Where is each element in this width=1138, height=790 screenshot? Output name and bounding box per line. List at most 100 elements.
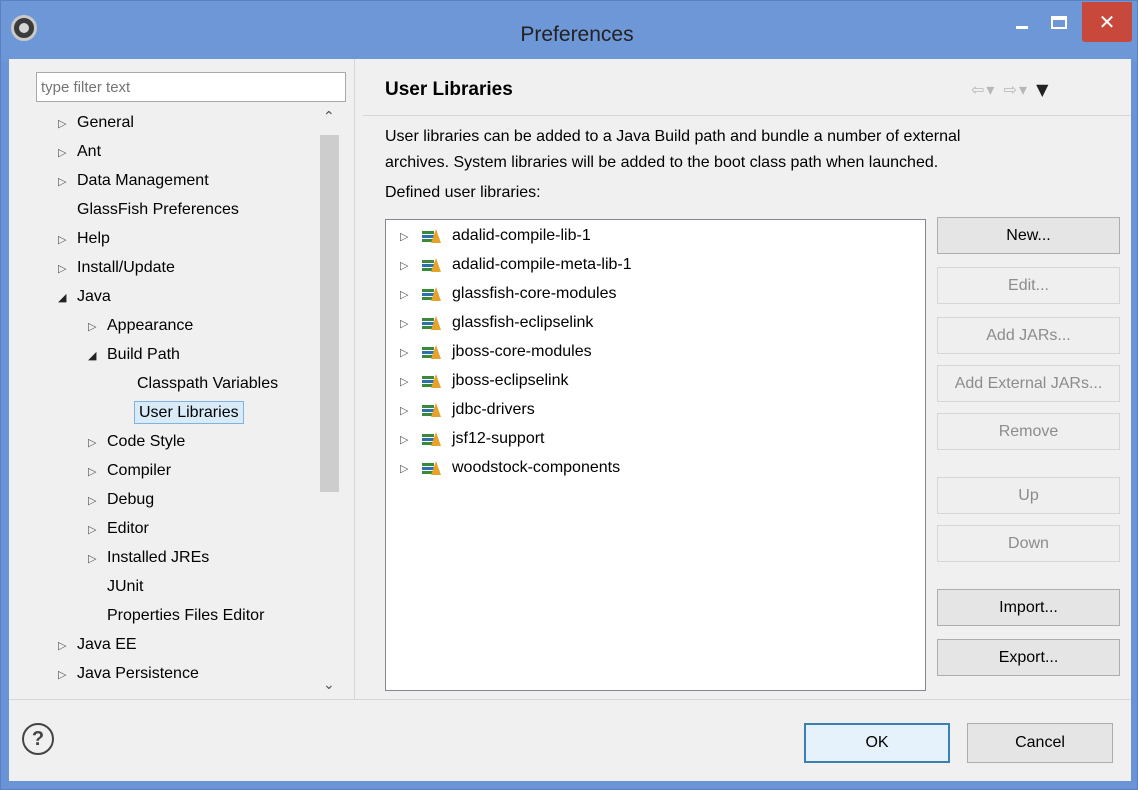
library-item[interactable]: ▷ glassfish-core-modules (400, 280, 617, 308)
tree-item-label: Debug (107, 491, 155, 508)
filter-input[interactable] (36, 72, 346, 102)
library-label: jdbc-drivers (452, 401, 535, 418)
tree-item[interactable]: ◢ Java (58, 283, 114, 311)
expand-arrow-icon[interactable]: ▷ (400, 426, 422, 454)
expand-arrow-icon[interactable]: ▷ (400, 252, 422, 280)
expand-arrow-icon[interactable]: ▷ (58, 226, 74, 254)
tree-item[interactable]: ▷ Help (58, 225, 113, 253)
library-label: jboss-core-modules (452, 343, 592, 360)
tree-item-label: JUnit (107, 578, 144, 595)
collapse-arrow-icon[interactable]: ◢ (58, 284, 74, 312)
description-line: User libraries can be added to a Java Bu… (385, 128, 961, 145)
expand-arrow-icon[interactable]: ▷ (58, 661, 74, 689)
expand-arrow-icon[interactable]: ▷ (88, 487, 104, 515)
preferences-window: Preferences ✕ ▷General▷Ant▷Data Manageme… (0, 0, 1138, 790)
remove-button[interactable]: Remove (937, 413, 1120, 450)
forward-arrow-icon[interactable]: ⇨ (1004, 80, 1019, 99)
expand-arrow-icon[interactable]: ▷ (400, 310, 422, 338)
expand-arrow-icon[interactable]: ▷ (58, 632, 74, 660)
library-item[interactable]: ▷ adalid-compile-lib-1 (400, 222, 591, 250)
expand-arrow-icon[interactable]: ▷ (88, 458, 104, 486)
library-icon (422, 373, 441, 388)
title-separator (363, 115, 1131, 116)
tree-item[interactable]: ▷ Editor (88, 515, 152, 543)
pane-divider[interactable] (354, 59, 355, 699)
ok-button[interactable]: OK (804, 723, 950, 763)
down-button[interactable]: Down (937, 525, 1120, 562)
library-item[interactable]: ▷ jboss-core-modules (400, 338, 592, 366)
tree-item[interactable]: ▷ Installed JREs (88, 544, 212, 572)
expand-arrow-icon[interactable]: ▷ (58, 168, 74, 196)
tree-item[interactable]: ▷ Code Style (88, 428, 188, 456)
library-item[interactable]: ▷ woodstock-components (400, 454, 620, 482)
dialog-client-area: ▷General▷Ant▷Data ManagementGlassFish Pr… (9, 59, 1131, 781)
expand-arrow-icon[interactable]: ▷ (400, 223, 422, 251)
help-icon[interactable]: ? (22, 723, 54, 755)
tree-item-label: Java EE (77, 636, 137, 653)
tree-item-label: General (77, 114, 134, 131)
user-libraries-list[interactable]: ▷ adalid-compile-lib-1 ▷ adalid-compile-met… (385, 219, 926, 691)
tree-item[interactable]: ◢ Build Path (88, 341, 183, 369)
tree-item[interactable]: Properties Files Editor (88, 602, 267, 630)
library-item[interactable]: ▷ jdbc-drivers (400, 396, 535, 424)
tree-item[interactable]: Classpath Variables (118, 370, 281, 398)
tree-item[interactable]: GlassFish Preferences (58, 196, 242, 224)
tree-item[interactable]: ▷ Appearance (88, 312, 196, 340)
library-icon (422, 228, 441, 243)
library-item[interactable]: ▷ jboss-eclipselink (400, 367, 569, 395)
tree-item-label: Classpath Variables (137, 375, 279, 392)
scroll-down-icon[interactable]: ⌄ (323, 677, 335, 693)
close-button[interactable]: ✕ (1082, 2, 1132, 42)
title-bar[interactable]: Preferences ✕ (1, 1, 1137, 61)
import-button[interactable]: Import... (937, 589, 1120, 626)
back-arrow-icon[interactable]: ⇦ (971, 80, 986, 99)
scrollbar-thumb[interactable] (320, 135, 339, 492)
export-button[interactable]: Export... (937, 639, 1120, 676)
expand-arrow-icon[interactable]: ▷ (88, 429, 104, 457)
expand-arrow-icon[interactable]: ▷ (88, 313, 104, 341)
tree-item[interactable]: ▷ General (58, 109, 137, 137)
library-icon (422, 431, 441, 446)
scroll-up-icon[interactable]: ⌃ (323, 109, 335, 125)
tree-item[interactable]: ▷ Java Persistence (58, 660, 202, 688)
library-item[interactable]: ▷ glassfish-eclipselink (400, 309, 593, 337)
tree-item[interactable]: User Libraries (118, 399, 244, 427)
tree-item[interactable]: JUnit (88, 573, 146, 601)
library-icon (422, 344, 441, 359)
tree-item-label: GlassFish Preferences (77, 201, 239, 218)
tree-item[interactable]: ▷ Data Management (58, 167, 212, 195)
library-item[interactable]: ▷ adalid-compile-meta-lib-1 (400, 251, 632, 279)
expand-arrow-icon[interactable]: ▷ (400, 281, 422, 309)
tree-item[interactable]: ▷ Install/Update (58, 254, 178, 282)
tree-item-label: Data Management (77, 172, 209, 189)
expand-arrow-icon[interactable]: ▷ (400, 397, 422, 425)
tree-item[interactable]: ▷ Java EE (58, 631, 140, 659)
new-button[interactable]: New... (937, 217, 1120, 254)
edit-button[interactable]: Edit... (937, 267, 1120, 304)
expand-arrow-icon[interactable]: ▷ (58, 110, 74, 138)
tree-item-label: Build Path (107, 346, 180, 363)
expand-arrow-icon[interactable]: ▷ (400, 368, 422, 396)
window-title: Preferences (520, 23, 634, 46)
forward-dropdown-icon[interactable]: ▾ (1019, 80, 1029, 99)
expand-arrow-icon[interactable]: ▷ (400, 339, 422, 367)
add-jars-button[interactable]: Add JARs... (937, 317, 1120, 354)
maximize-button[interactable] (1038, 2, 1080, 42)
library-item[interactable]: ▷ jsf12-support (400, 425, 545, 453)
tree-item[interactable]: ▷ Debug (88, 486, 157, 514)
collapse-arrow-icon[interactable]: ◢ (88, 342, 104, 370)
expand-arrow-icon[interactable]: ▷ (88, 545, 104, 573)
tree-item[interactable]: ▷ Compiler (88, 457, 174, 485)
back-dropdown-icon[interactable]: ▾ (986, 80, 996, 99)
cancel-button[interactable]: Cancel (967, 723, 1113, 763)
expand-arrow-icon[interactable]: ▷ (88, 516, 104, 544)
view-menu-icon[interactable]: ▼ (1036, 80, 1050, 99)
tree-item[interactable]: ▷ Ant (58, 138, 104, 166)
tree-scrollbar[interactable]: ⌃ ⌄ (318, 109, 342, 698)
add-external-jars-button[interactable]: Add External JARs... (937, 365, 1120, 402)
expand-arrow-icon[interactable]: ▷ (400, 455, 422, 483)
expand-arrow-icon[interactable]: ▷ (58, 139, 74, 167)
minimize-button[interactable] (1004, 2, 1040, 42)
expand-arrow-icon[interactable]: ▷ (58, 255, 74, 283)
up-button[interactable]: Up (937, 477, 1120, 514)
